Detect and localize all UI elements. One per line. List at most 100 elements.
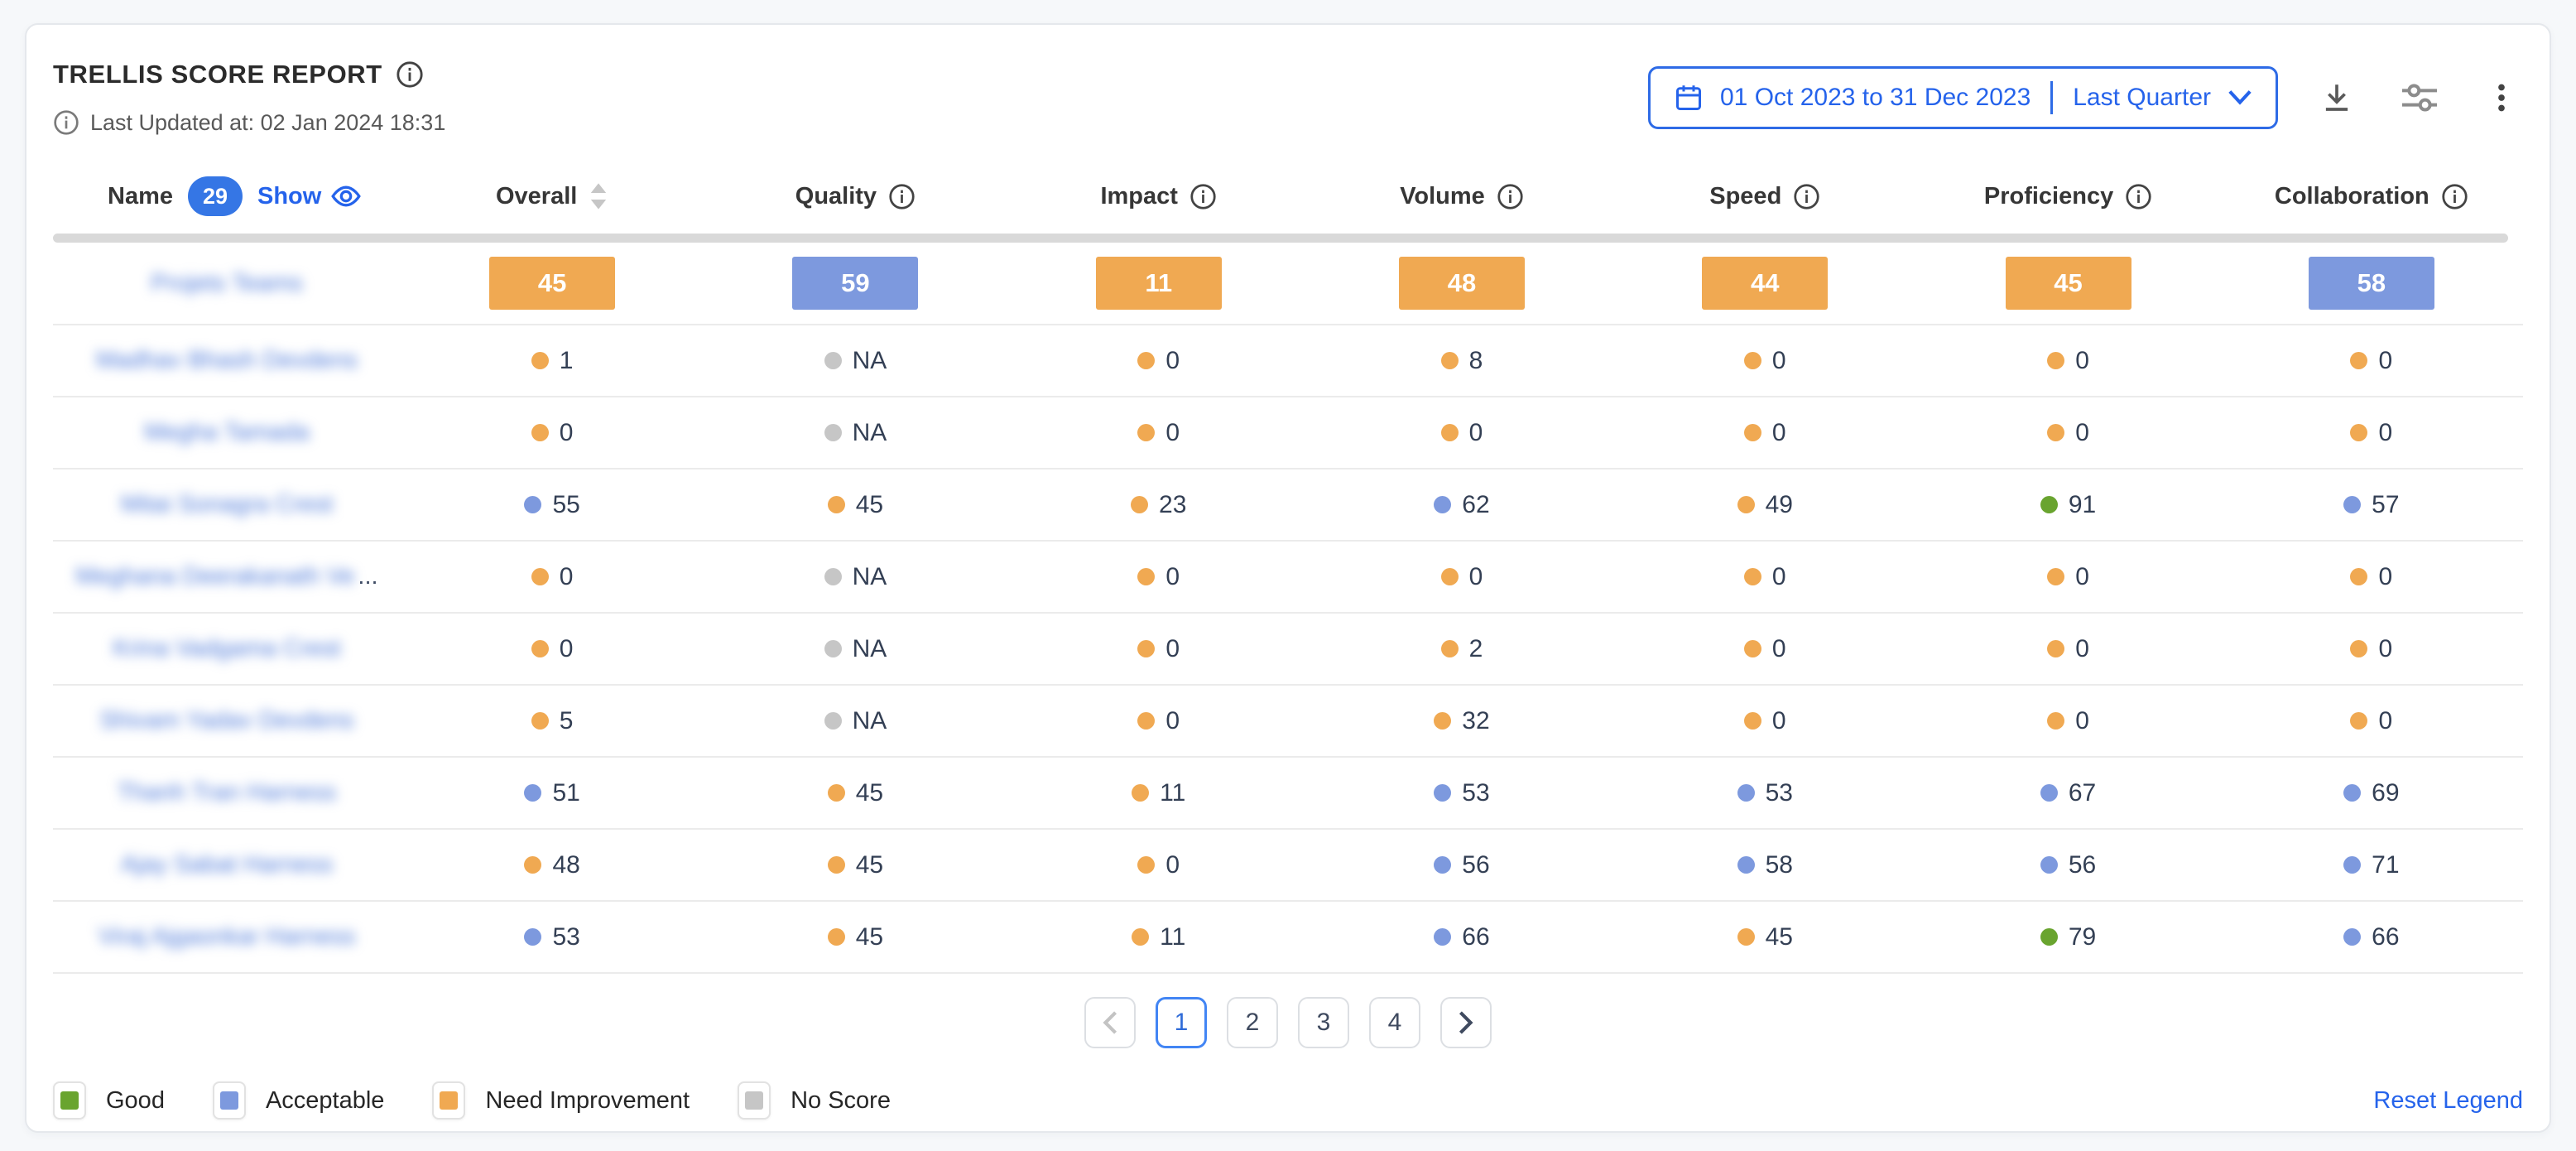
pagination-page-3[interactable]: 3 xyxy=(1298,997,1349,1048)
score-cell-impact: 0 xyxy=(1007,563,1310,591)
legend-color-swatch xyxy=(745,1091,763,1110)
score-number: 0 xyxy=(560,635,574,663)
score-cell-volume: 2 xyxy=(1310,635,1613,663)
row-name-link[interactable]: Mitai Sonagra Crest xyxy=(53,491,401,518)
info-icon[interactable] xyxy=(2441,183,2468,210)
score-level-dot xyxy=(2350,640,2367,657)
table-body: Projets Teams45591148444558Madhav Bhash … xyxy=(53,243,2523,974)
score-level-dot xyxy=(2040,928,2058,946)
pagination-next-button[interactable] xyxy=(1440,997,1492,1048)
horizontal-scrollbar[interactable] xyxy=(53,234,2508,243)
sort-icon[interactable] xyxy=(589,181,608,211)
score-value: 57 xyxy=(2343,491,2399,519)
last-updated: Last Updated at: 02 Jan 2024 18:31 xyxy=(53,109,445,136)
legend-item-good[interactable]: Good xyxy=(53,1081,165,1120)
score-number: 0 xyxy=(2075,419,2089,447)
info-icon[interactable] xyxy=(888,183,916,210)
column-label: Overall xyxy=(496,183,577,210)
score-value: 58 xyxy=(1737,851,1793,879)
score-number: NA xyxy=(853,347,887,375)
title-info-icon[interactable] xyxy=(396,60,424,89)
column-label: Speed xyxy=(1709,183,1781,210)
legend: Good Acceptable Need Improvement No Score xyxy=(53,1081,891,1120)
score-value: 53 xyxy=(1737,779,1793,807)
score-number: 55 xyxy=(552,491,579,519)
score-number: 66 xyxy=(2372,923,2399,951)
score-cell-collaboration: 57 xyxy=(2220,491,2523,519)
row-name-link[interactable]: Megha Tamada xyxy=(53,419,401,446)
score-value: 79 xyxy=(2040,923,2096,951)
reset-legend-link[interactable]: Reset Legend xyxy=(2373,1087,2523,1115)
score-number: 0 xyxy=(1165,419,1180,447)
score-number: 0 xyxy=(1165,851,1180,879)
score-value: 53 xyxy=(524,923,579,951)
score-level-dot xyxy=(524,784,541,802)
info-icon[interactable] xyxy=(2125,183,2152,210)
pagination-prev-button[interactable] xyxy=(1084,997,1136,1048)
filter-button[interactable] xyxy=(2396,75,2444,120)
show-names-toggle[interactable]: Show xyxy=(257,183,363,210)
row-name-link[interactable]: Projets Teams xyxy=(53,270,401,297)
score-cell-impact: 11 xyxy=(1007,257,1310,310)
row-name-link[interactable]: Thanh Tran Harness xyxy=(53,779,401,807)
score-cell-collaboration: 0 xyxy=(2220,635,2523,663)
score-level-dot xyxy=(524,928,541,946)
row-name-link[interactable]: Krina Vadgama Crest xyxy=(53,635,401,662)
score-cell-overall: 45 xyxy=(401,257,704,310)
pagination-page-1[interactable]: 1 xyxy=(1156,997,1207,1048)
score-level-dot xyxy=(1441,424,1459,441)
score-value: 48 xyxy=(524,851,579,879)
score-value: 0 xyxy=(1441,419,1483,447)
info-icon[interactable] xyxy=(1497,183,1524,210)
column-header-overall[interactable]: Overall xyxy=(401,181,704,211)
table-row: Madhav Bhash Devdens1NA08000 xyxy=(53,325,2523,397)
score-cell-overall: 0 xyxy=(401,563,704,591)
row-name-link[interactable]: Viraj Ajgaonkar Harness xyxy=(53,923,401,951)
download-button[interactable] xyxy=(2314,75,2359,120)
score-value: 0 xyxy=(2047,707,2089,735)
row-name-link[interactable]: Shivam Yadav Devdens xyxy=(53,707,401,734)
row-name-link[interactable]: Ajay Sabat Harness xyxy=(53,851,401,879)
score-level-dot xyxy=(828,856,845,874)
score-number: 11 xyxy=(1160,923,1185,951)
score-level-dot xyxy=(1744,568,1761,585)
score-value: 2 xyxy=(1441,635,1483,663)
truncation-ellipsis: ... xyxy=(358,563,377,590)
score-cell-proficiency: 0 xyxy=(1916,347,2219,375)
pagination-page-4[interactable]: 4 xyxy=(1369,997,1420,1048)
score-number: 49 xyxy=(1766,491,1793,519)
legend-item-need[interactable]: Need Improvement xyxy=(432,1081,690,1120)
legend-item-noscore[interactable]: No Score xyxy=(738,1081,891,1120)
score-number: 0 xyxy=(2075,635,2089,663)
score-level-dot xyxy=(1744,712,1761,730)
score-value: 71 xyxy=(2343,851,2399,879)
score-number: 0 xyxy=(1165,563,1180,591)
info-icon[interactable] xyxy=(1189,183,1217,210)
download-icon xyxy=(2319,80,2354,115)
score-number: 0 xyxy=(1469,563,1483,591)
table-row: Mitai Sonagra Crest55452362499157 xyxy=(53,470,2523,542)
date-range-button[interactable]: 01 Oct 2023 to 31 Dec 2023 Last Quarter xyxy=(1648,66,2278,129)
score-level-dot xyxy=(2047,712,2064,730)
score-number: 5 xyxy=(560,707,574,735)
score-value: 0 xyxy=(531,419,574,447)
score-number: 91 xyxy=(2069,491,2096,519)
score-value: 11 xyxy=(1132,779,1185,807)
score-cell-quality: 45 xyxy=(704,779,1007,807)
score-number: 0 xyxy=(1165,707,1180,735)
pagination-page-2[interactable]: 2 xyxy=(1227,997,1278,1048)
title-block: TRELLIS SCORE REPORT Last Updated at: 02… xyxy=(53,60,445,136)
legend-swatch-box xyxy=(53,1081,86,1120)
score-level-dot xyxy=(824,712,842,730)
legend-item-acceptable[interactable]: Acceptable xyxy=(213,1081,385,1120)
info-icon[interactable] xyxy=(1793,183,1820,210)
score-level-dot xyxy=(1137,424,1155,441)
more-options-button[interactable] xyxy=(2480,75,2523,120)
column-header-proficiency: Proficiency xyxy=(1916,183,2219,210)
score-value: 0 xyxy=(1137,707,1180,735)
row-name-link[interactable]: Meghana Deerakanath Ve... xyxy=(53,563,401,590)
score-badge: 44 xyxy=(1702,257,1828,310)
row-name-link[interactable]: Madhav Bhash Devdens xyxy=(53,347,401,374)
score-number: 0 xyxy=(1165,635,1180,663)
column-label: Volume xyxy=(1400,183,1485,210)
